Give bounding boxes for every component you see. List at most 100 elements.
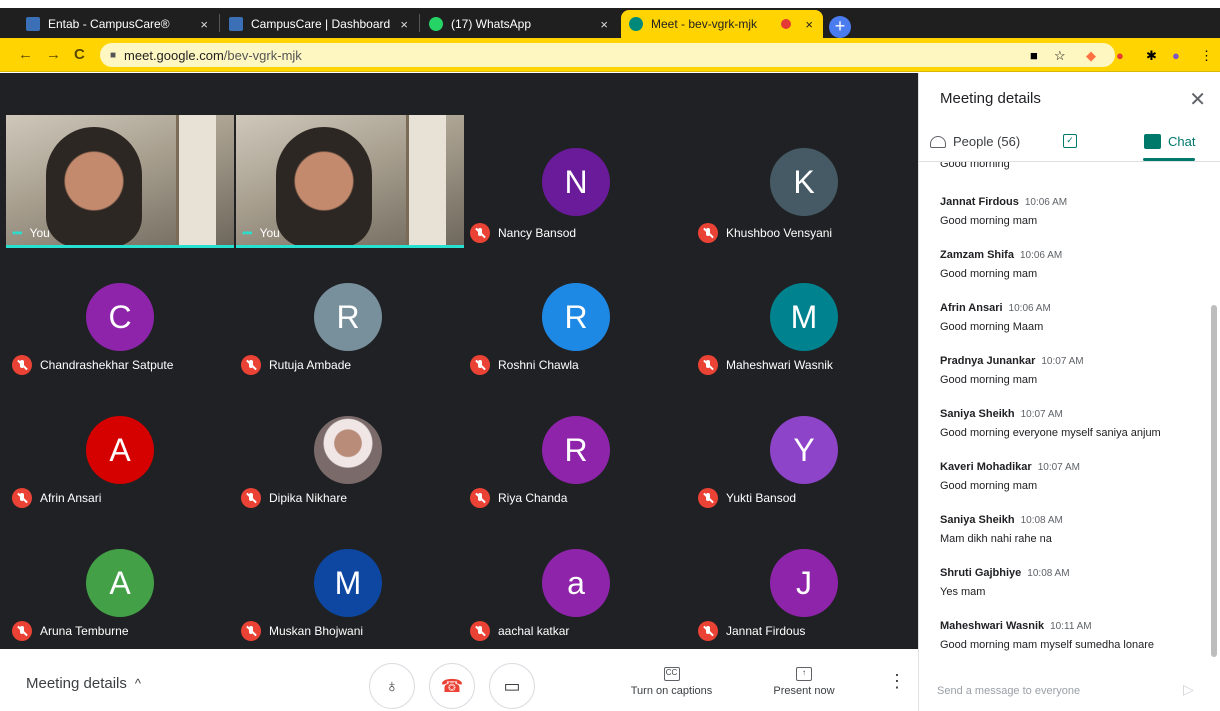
- back-arrow-icon[interactable]: ←: [18, 46, 33, 63]
- close-tab-icon[interactable]: ×: [600, 17, 608, 32]
- mic-off-icon: [241, 355, 261, 375]
- chat-message: Saniya Sheikh 10:08 AM Mam dikh nahi rahe…: [940, 510, 1210, 545]
- tab-campuscare-dashboard[interactable]: CampusCare | Dashboard ×: [221, 10, 418, 38]
- tab-activities[interactable]: ✓: [1063, 134, 1077, 148]
- mic-off-icon: [470, 488, 490, 508]
- puzzle-extensions-icon[interactable]: ✱: [1146, 48, 1157, 64]
- mic-off-icon: [470, 621, 490, 641]
- meeting-controls-bar: Meeting details ^ ♁ ☎ ▭ CC Turn on captio…: [0, 649, 918, 711]
- message-text: Good morning mam: [940, 480, 1038, 492]
- participant-name: Nancy Bansod: [498, 226, 577, 240]
- captions-button[interactable]: CC Turn on captions: [624, 667, 719, 697]
- mic-off-icon: [470, 355, 490, 375]
- reload-icon[interactable]: C: [74, 46, 85, 63]
- tab-title: Entab - CampusCare®: [48, 17, 170, 31]
- participant-avatar: R: [314, 283, 382, 351]
- mic-off-icon: [698, 488, 718, 508]
- chat-icon: [1144, 134, 1161, 149]
- chat-tab-label: Chat: [1168, 134, 1196, 149]
- present-now-button[interactable]: ↑ Present now: [766, 667, 842, 697]
- participant-name: aachal katkar: [498, 624, 570, 638]
- message-time: 10:06 AM: [1019, 250, 1063, 261]
- message-text: Good morning mam: [940, 215, 1038, 227]
- extension-red-icon[interactable]: ●: [1116, 48, 1124, 63]
- new-tab-button[interactable]: +: [829, 16, 851, 38]
- message-sender: Saniya Sheikh: [940, 514, 1015, 526]
- more-options-icon[interactable]: ⋮: [888, 671, 906, 692]
- participant-name: Maheshwari Wasnik: [726, 358, 833, 372]
- message-time: 10:06 AM: [1024, 197, 1068, 208]
- hang-up-icon: ☎: [440, 676, 464, 696]
- chat-message: Maheshwari Wasnik 10:11 AM Good morning m…: [940, 616, 1210, 651]
- participant-avatar: N: [542, 148, 610, 216]
- message-text: Good morning everyone myself saniya anju…: [940, 427, 1161, 439]
- tab-people[interactable]: People (56): [930, 134, 1020, 149]
- close-tab-icon[interactable]: ×: [805, 17, 813, 32]
- chrome-menu-icon[interactable]: ⋮: [1200, 48, 1213, 64]
- participant-photo-avatar: [314, 416, 382, 484]
- participant-name-row: Rutuja Ambade: [241, 355, 351, 375]
- close-tab-icon[interactable]: ×: [400, 17, 408, 32]
- participant-name: Chandrashekhar Satpute: [40, 358, 174, 372]
- participant-name-row: Maheshwari Wasnik: [698, 355, 833, 375]
- chat-scrollbar[interactable]: [1211, 305, 1217, 657]
- video-camera-icon: ▭: [503, 676, 521, 696]
- participant-name-row: Dipika Nikhare: [241, 488, 347, 508]
- bookmark-star-icon[interactable]: ☆: [1054, 48, 1066, 64]
- speaking-dots-icon: •••: [12, 226, 23, 240]
- send-icon[interactable]: ▷: [1183, 681, 1194, 698]
- message-text: Good morning mam myself sumedha lonare: [940, 639, 1154, 651]
- participant-name: Aruna Temburne: [40, 624, 129, 638]
- participant-name-row: aachal katkar: [470, 621, 569, 641]
- message-text: Good morning mam: [940, 268, 1038, 280]
- participant-name-row: Jannat Firdous: [698, 621, 805, 641]
- leave-call-button[interactable]: ☎: [429, 663, 475, 709]
- camera-button[interactable]: ▭: [489, 663, 535, 709]
- message-sender: Kaveri Mohadikar: [940, 461, 1032, 473]
- mic-off-icon: [12, 621, 32, 641]
- message-time: 10:11 AM: [1050, 621, 1092, 632]
- microphone-icon: ♁: [385, 676, 399, 696]
- mic-off-icon: [241, 621, 261, 641]
- campuscare-favicon-icon: [229, 17, 243, 31]
- close-icon[interactable]: ✕: [1189, 87, 1206, 112]
- participant-avatar: A: [86, 416, 154, 484]
- participant-name: You: [259, 226, 280, 240]
- participant-name: Dipika Nikhare: [269, 491, 348, 505]
- participant-name-row: Yukti Bansod: [698, 488, 796, 508]
- extension-orange-icon[interactable]: ◆: [1086, 48, 1096, 64]
- participant-avatar: a: [542, 549, 610, 617]
- browser-toolbar: ← → C ■ meet.google.com/bev-vgrk-mjk ■ ☆…: [0, 38, 1220, 72]
- tab-entab[interactable]: Entab - CampusCare® ×: [18, 10, 218, 38]
- message-time: 10:06 AM: [1008, 303, 1051, 314]
- chat-message-input[interactable]: Send a message to everyone: [937, 685, 1165, 697]
- tab-meet[interactable]: Meet - bev-vgrk-mjk ×: [621, 10, 823, 38]
- tab-title: (17) WhatsApp: [451, 17, 532, 31]
- participant-avatar: R: [542, 283, 610, 351]
- profile-avatar-icon[interactable]: ●: [1172, 48, 1180, 63]
- people-icon: [930, 135, 946, 148]
- message-time: 10:07 AM: [1020, 409, 1063, 420]
- tab-chat[interactable]: Chat: [1144, 134, 1195, 149]
- participant-avatar: A: [86, 549, 154, 617]
- camera-indicator-icon[interactable]: ■: [1030, 48, 1038, 63]
- address-bar[interactable]: ■ meet.google.com/bev-vgrk-mjk: [100, 43, 1115, 67]
- people-tab-label: People (56): [953, 134, 1021, 149]
- present-label: Present now: [773, 685, 835, 697]
- message-text: Yes mam: [940, 586, 986, 598]
- meeting-details-button[interactable]: Meeting details ^: [26, 675, 141, 692]
- participant-name-row: Riya Chanda: [470, 488, 567, 508]
- mic-off-icon: [698, 621, 718, 641]
- forward-arrow-icon[interactable]: →: [46, 46, 61, 63]
- chat-message: Jannat Firdous 10:06 AM Good morning mam: [940, 192, 1210, 227]
- message-sender: Saniya Sheikh: [940, 408, 1015, 420]
- participant-name: Afrin Ansari: [40, 491, 102, 505]
- participant-avatar: M: [770, 283, 838, 351]
- participant-name-row: ••• You: [242, 226, 280, 240]
- close-tab-icon[interactable]: ×: [200, 17, 208, 32]
- participant-avatar: J: [770, 549, 838, 617]
- microphone-button[interactable]: ♁: [369, 663, 415, 709]
- chat-message: Zamzam Shifa 10:06 AM Good morning mam: [940, 245, 1210, 280]
- tab-whatsapp[interactable]: (17) WhatsApp ×: [421, 10, 618, 38]
- closed-captions-icon: CC: [663, 667, 680, 681]
